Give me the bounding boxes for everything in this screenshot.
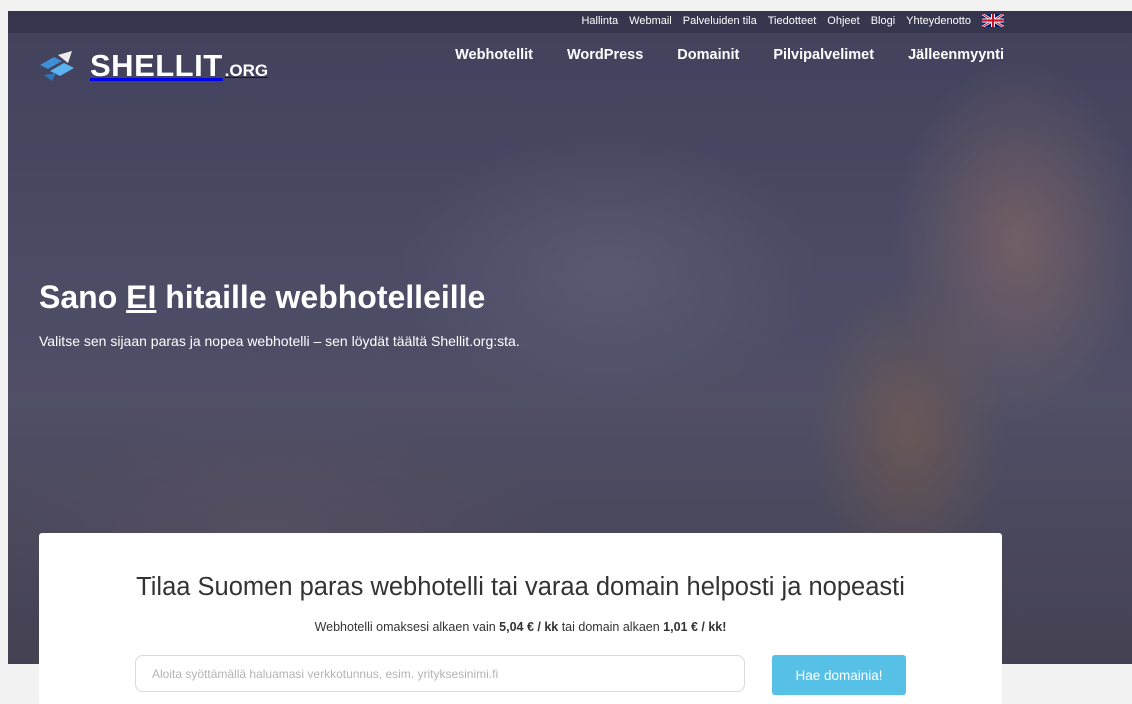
utility-link-tiedotteet[interactable]: Tiedotteet [768, 15, 817, 27]
site-logo[interactable]: SHELLIT .ORG [38, 48, 268, 84]
order-box-subtitle: Webhotelli omaksesi alkaen vain 5,04 € /… [39, 620, 1002, 634]
nav-jalleenmyynti[interactable]: Jälleenmyynti [908, 47, 1004, 63]
shellit-logo-icon [40, 51, 74, 81]
utility-nav: Hallinta Webmail Palveluiden tila Tiedot… [581, 14, 1004, 27]
order-box: Tilaa Suomen paras webhotelli tai varaa … [39, 533, 1002, 704]
logo-wordmark: SHELLIT [90, 48, 223, 83]
hero-title-before: Sano [39, 279, 127, 315]
subtitle-text-1: Webhotelli omaksesi alkaen vain [314, 620, 500, 634]
nav-domainit[interactable]: Domainit [677, 47, 739, 63]
utility-link-ohjeet[interactable]: Ohjeet [827, 15, 859, 27]
hero-title-after: hitaille webhotelleille [156, 279, 486, 315]
hero-title-emphasis: EI [126, 279, 157, 315]
subtitle-text-2: tai domain alkaen [558, 620, 664, 634]
order-box-title: Tilaa Suomen paras webhotelli tai varaa … [136, 573, 905, 601]
uk-flag-icon [982, 14, 1004, 27]
main-nav: Webhotellit WordPress Domainit Pilvipalv… [455, 47, 1004, 63]
hero-subtitle: Valitse sen sijaan paras ja nopea webhot… [39, 333, 520, 349]
utility-link-blogi[interactable]: Blogi [871, 15, 895, 27]
hero-title: Sano EI hitaille webhotelleille [39, 279, 485, 316]
utility-link-palveluiden-tila[interactable]: Palveluiden tila [683, 15, 757, 27]
utility-link-yhteydenotto[interactable]: Yhteydenotto [906, 15, 971, 27]
nav-wordpress[interactable]: WordPress [567, 47, 643, 63]
language-switch[interactable] [982, 14, 1004, 27]
utility-bar: Hallinta Webmail Palveluiden tila Tiedot… [8, 11, 1132, 33]
utility-link-webmail[interactable]: Webmail [629, 15, 672, 27]
nav-pilvipalvelimet[interactable]: Pilvipalvelimet [773, 47, 874, 63]
domain-search-input[interactable] [135, 655, 745, 692]
domain-price: 1,01 € / kk! [663, 620, 727, 634]
domain-search-button[interactable]: Hae domainia! [772, 655, 906, 695]
nav-webhotellit[interactable]: Webhotellit [455, 47, 533, 63]
hosting-price: 5,04 € / kk [499, 620, 559, 634]
logo-suffix: .ORG [224, 61, 269, 80]
utility-link-hallinta[interactable]: Hallinta [581, 15, 618, 27]
